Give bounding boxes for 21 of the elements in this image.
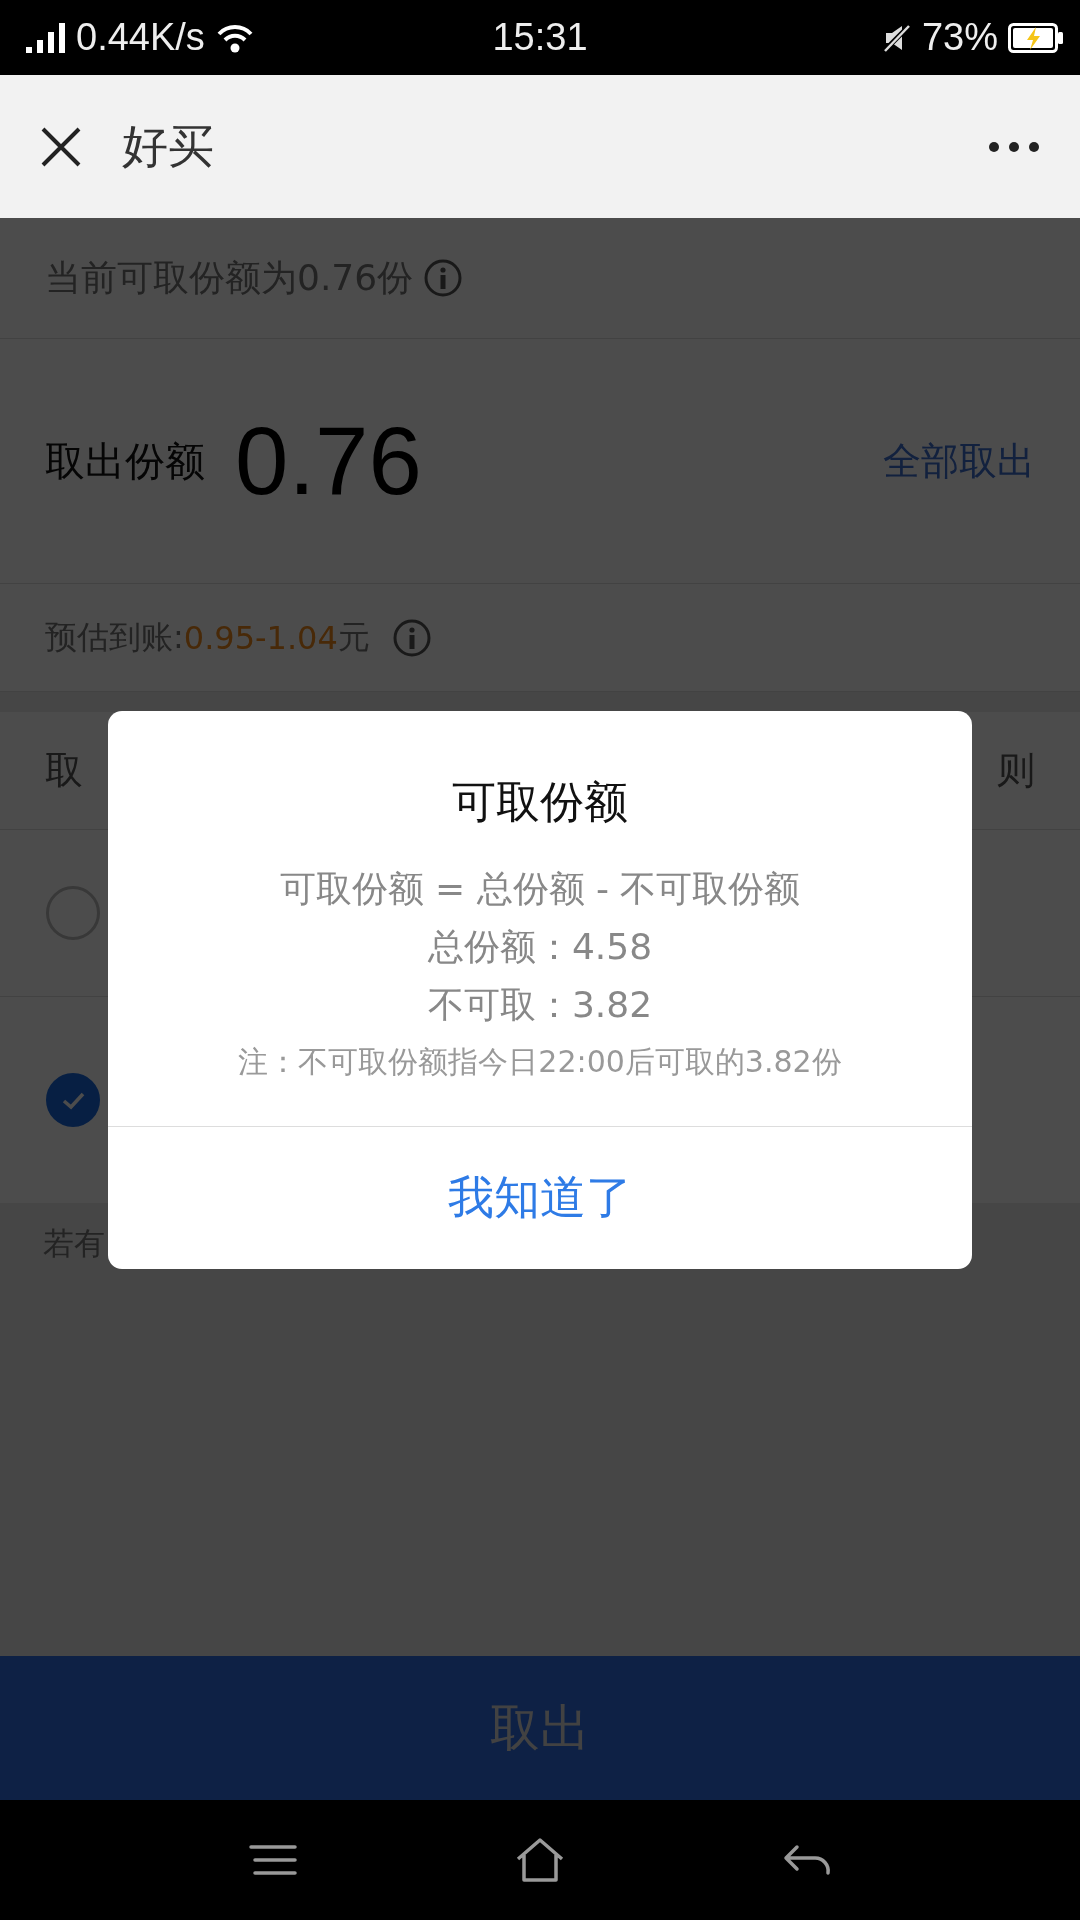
more-icon[interactable]	[988, 140, 1040, 153]
dialog-text-line: 总份额：4.58	[427, 925, 653, 969]
dialog-text-line: 可取份额 = 总份额 - 不可取份额	[279, 867, 801, 911]
battery-percent: 73%	[921, 16, 998, 59]
battery-charging-icon	[1008, 22, 1064, 53]
signal-icon	[26, 22, 66, 53]
network-speed: 0.44K/s	[76, 16, 205, 59]
dialog-title: 可取份额	[452, 775, 628, 829]
back-icon[interactable]	[783, 1844, 831, 1876]
home-icon[interactable]	[515, 1837, 565, 1883]
amount-value: 0.76	[235, 406, 422, 516]
estimate-value: 0.95-1.04	[183, 618, 338, 657]
close-icon[interactable]	[40, 125, 82, 168]
menu-icon[interactable]	[249, 1845, 297, 1875]
amount-label: 取出份额	[45, 436, 205, 486]
got-it-button[interactable]: 我知道了	[108, 1126, 972, 1269]
clock: 15:31	[492, 16, 588, 59]
dialog-text-line: 不可取：3.82	[427, 983, 653, 1027]
dialog-note: 注：不可取份额指今日22:00后可取的3.82份	[238, 1043, 842, 1081]
page-title: 好买	[122, 117, 214, 175]
mute-icon	[881, 22, 912, 53]
